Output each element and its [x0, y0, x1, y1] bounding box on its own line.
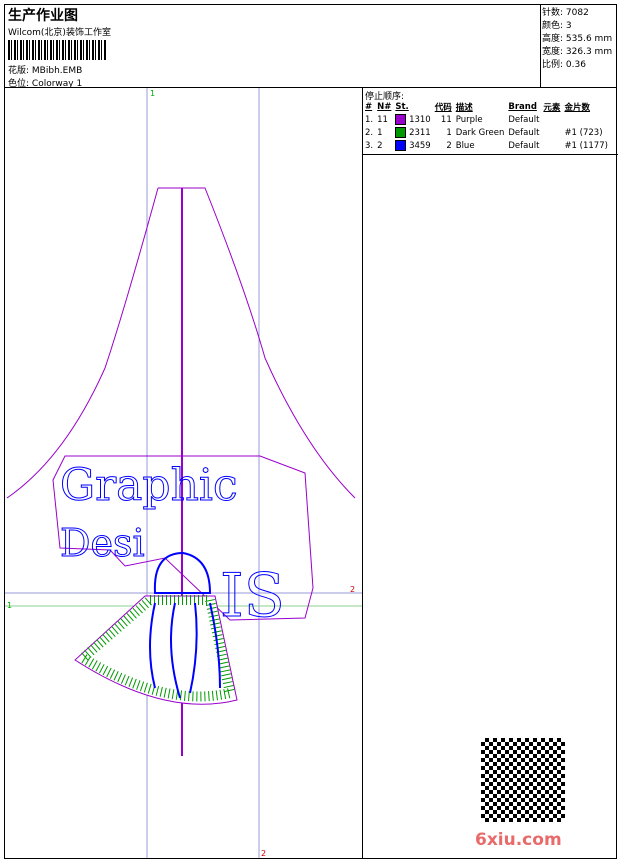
stat-label: 高度:	[542, 34, 564, 44]
divider	[363, 154, 618, 155]
design-text-desi: Desi	[60, 521, 145, 565]
header-panel: 生产作业图 Wilcom(北京)装饰工作室 花版: MBibh.EMB 色位: …	[4, 4, 541, 89]
stat-label: 宽度:	[542, 47, 564, 57]
stat-value: 3	[565, 21, 572, 31]
stat-row: 针数: 7082	[541, 5, 616, 18]
stitch-count: 1310	[409, 115, 431, 125]
design-preview: Graphic Desi IS 1 1 2 2	[4, 87, 363, 859]
needle-number: 11	[377, 114, 388, 125]
stat-row: 高度: 535.6 mm	[541, 31, 616, 44]
company-name: Wilcom(北京)装饰工作室	[8, 28, 111, 38]
marker-bottom: 2	[261, 849, 266, 858]
qr-code	[481, 738, 565, 822]
stitch-count: 2311	[409, 128, 431, 138]
production-sheet: 生产作业图 Wilcom(北京)装饰工作室 花版: MBibh.EMB 色位: …	[0, 0, 620, 860]
color-swatch	[395, 114, 407, 125]
column-header: 金片数	[564, 103, 590, 113]
column-header: St.	[395, 102, 409, 112]
design-text-is: IS	[220, 561, 285, 631]
stitch-count: 3459	[409, 141, 431, 151]
stat-value: 535.6 mm	[565, 34, 613, 44]
row-index: 2.	[365, 127, 374, 138]
color-description: Blue	[455, 140, 475, 151]
stat-row: 颜色: 3	[541, 18, 616, 31]
needle-number: 1	[377, 127, 383, 138]
element	[541, 113, 562, 126]
column-header: 描述	[455, 103, 473, 113]
column-header: #	[365, 102, 373, 112]
design-label: 花版:	[8, 66, 30, 76]
column-header: 元素	[543, 103, 561, 113]
stat-row: 比例: 0.36	[541, 57, 616, 70]
needle-number: 2	[377, 140, 383, 151]
color-sequence-table: # N# St. 代码 描述 Brand 元素 金片数 1. 11 1310 11 Purple Def…	[363, 101, 610, 152]
row-index: 1.	[365, 114, 374, 125]
sequence-panel: 停止顺序: # N# St. 代码 描述 Brand 元素 金片数 1. 11 1310 11 Pur…	[362, 87, 618, 859]
element	[541, 126, 562, 139]
color-code: 11	[440, 114, 452, 125]
stat-label: 针数:	[542, 8, 564, 18]
row-index: 3.	[365, 140, 374, 151]
sequin-count: #1 (1177)	[564, 140, 608, 151]
watermark-logo: 6xiu.com	[475, 830, 562, 850]
column-header: 代码	[434, 103, 452, 113]
marker-top: 1	[150, 89, 155, 98]
embroidery-drawing: Graphic Desi IS 1 1 2 2	[5, 88, 362, 858]
design-text-graphic: Graphic	[60, 460, 238, 511]
color-code: 2	[446, 140, 452, 151]
marker-left: 1	[7, 601, 12, 610]
color-swatch	[395, 140, 407, 151]
stat-label: 颜色:	[542, 21, 564, 31]
table-row: 1. 11 1310 11 Purple Default	[363, 113, 610, 126]
brand: Default	[508, 114, 540, 125]
stat-value: 7082	[565, 8, 589, 18]
brand: Default	[508, 140, 540, 151]
barcode	[8, 40, 106, 60]
color-code: 1	[446, 127, 452, 138]
stat-value: 0.36	[565, 60, 586, 70]
brand: Default	[508, 127, 540, 138]
element	[541, 139, 562, 152]
marker-right: 2	[350, 585, 355, 594]
design-file: MBibh.EMB	[31, 66, 83, 76]
page-title: 生产作业图	[8, 8, 78, 24]
color-description: Purple	[455, 114, 483, 125]
stat-value: 326.3 mm	[565, 47, 613, 57]
stat-row: 宽度: 326.3 mm	[541, 44, 616, 57]
column-header: N#	[377, 102, 392, 112]
column-header: Brand	[508, 102, 537, 112]
stats-panel: 针数: 7082 颜色: 3 高度: 535.6 mm 宽度: 326.3 mm 比例:…	[540, 4, 617, 88]
stat-label: 比例:	[542, 60, 564, 70]
table-row: 3. 2 3459 2 Blue Default #1 (1177)	[363, 139, 610, 152]
color-description: Dark Green	[455, 127, 505, 138]
sequin-count: #1 (723)	[564, 127, 603, 138]
table-row: 2. 1 2311 1 Dark Green Default #1 (723)	[363, 126, 610, 139]
sequin-count	[562, 113, 610, 126]
color-swatch	[395, 127, 407, 138]
